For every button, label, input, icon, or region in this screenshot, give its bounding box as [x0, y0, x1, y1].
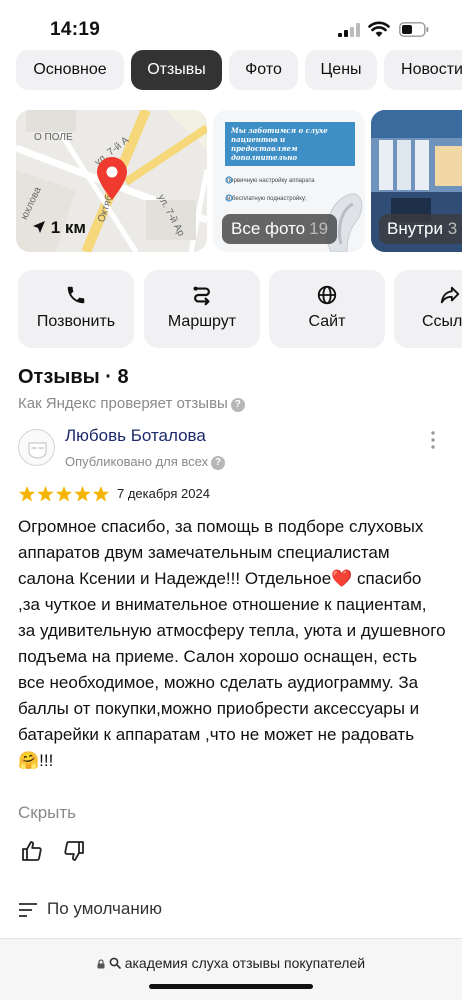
review-text: Огромное спасибо, за помощь в подборе сл… — [18, 517, 446, 770]
website-button[interactable]: Сайт — [269, 270, 385, 348]
star-icon — [55, 486, 73, 502]
map-distance: 1 км — [32, 218, 86, 238]
tab-reviews[interactable]: Отзывы — [131, 50, 222, 90]
photo-thumbnail[interactable]: Мы заботимся о слухе пациентов и предост… — [213, 110, 365, 252]
all-photos-count: 19 — [309, 219, 329, 238]
route-button[interactable]: Маршрут — [144, 270, 260, 348]
share-button-label: Ссылка — [422, 313, 462, 330]
photo-thumbnail-inside[interactable]: Внутри 3 — [371, 110, 462, 252]
avatar[interactable] — [18, 429, 55, 466]
navigation-arrow-icon — [33, 221, 45, 233]
inside-photos-badge[interactable]: Внутри 3 — [379, 214, 462, 244]
reviews-title: Отзывы · 8 — [18, 366, 129, 388]
tab-prices[interactable]: Цены — [305, 50, 377, 90]
home-indicator — [149, 984, 313, 989]
photo-gallery: О ПОЛЕ ул. 7-й А ул. 7-й Ар Октября юхло… — [0, 110, 462, 252]
more-options-icon[interactable] — [428, 430, 438, 450]
address-bar-content: академия слуха отзывы покупателей — [0, 955, 462, 971]
tab-news[interactable]: Новости — [384, 50, 462, 90]
action-buttons: Позвонить Маршрут Сайт Ссылка — [0, 270, 462, 348]
phone-icon — [67, 286, 85, 304]
review-check-label: Как Яндекс проверяет отзывы — [18, 395, 228, 412]
tab-photos[interactable]: Фото — [229, 50, 298, 90]
tab-bar: Основное Отзывы Фото Цены Новости — [0, 50, 462, 92]
help-icon[interactable]: ? — [211, 456, 226, 470]
thumbs-up-icon[interactable] — [20, 839, 44, 863]
signal-icon — [338, 23, 360, 37]
wifi-icon — [368, 21, 390, 37]
website-button-label: Сайт — [308, 313, 346, 330]
share-button[interactable]: Ссылка — [394, 270, 462, 348]
call-button-label: Позвонить — [36, 313, 116, 330]
route-icon — [193, 286, 210, 306]
inside-photos-label: Внутри — [387, 219, 443, 238]
review-check-link[interactable]: Как Яндекс проверяет отзывы? — [18, 395, 245, 412]
flyer-bullets — [225, 176, 233, 202]
share-icon — [440, 286, 460, 304]
star-icon — [18, 486, 36, 502]
map-distance-value: 1 км — [50, 218, 86, 237]
hide-review-link[interactable]: Скрыть — [18, 803, 76, 823]
map-thumbnail[interactable]: О ПОЛЕ ул. 7-й А ул. 7-й Ар Октября юхло… — [16, 110, 207, 252]
all-photos-label: Все фото — [231, 219, 306, 238]
route-button-label: Маршрут — [167, 313, 237, 330]
browser-address-bar[interactable]: академия слуха отзывы покупателей — [0, 938, 462, 1000]
search-icon — [109, 957, 121, 969]
flyer-headline: Мы заботимся о слухе пациентов и предост… — [225, 122, 355, 166]
rating-stars — [18, 486, 110, 502]
battery-icon — [399, 22, 429, 37]
all-photos-badge[interactable]: Все фото 19 — [222, 214, 338, 244]
map-pin-icon — [97, 157, 127, 200]
sort-dropdown[interactable]: По умолчанию — [47, 899, 162, 919]
address-bar-query: академия слуха отзывы покупателей — [124, 955, 366, 971]
star-icon — [74, 486, 91, 502]
flyer-line: и бесплатную поднастройку; — [227, 196, 307, 202]
inside-photos-count: 3 — [447, 219, 458, 238]
sort-icon[interactable] — [18, 898, 40, 922]
help-icon: ? — [230, 398, 245, 412]
lock-icon — [97, 959, 105, 969]
globe-icon — [317, 285, 337, 305]
star-icon — [37, 486, 54, 502]
published-status: Опубликовано для всех? — [65, 454, 226, 470]
review-author[interactable]: Любовь Боталова — [65, 426, 206, 446]
star-icon — [92, 486, 110, 502]
status-time: 14:19 — [50, 19, 101, 40]
published-label: Опубликовано для всех — [65, 454, 209, 469]
review-date: 7 декабря 2024 — [117, 486, 210, 501]
call-button[interactable]: Позвонить — [18, 270, 134, 348]
flyer-line: первичную настройку аппарата — [227, 178, 315, 184]
map-street-label: О ПОЛЕ — [34, 132, 73, 143]
thumbs-down-icon[interactable] — [62, 839, 86, 863]
anonymous-mask-icon — [28, 442, 47, 459]
tab-overview[interactable]: Основное — [16, 50, 124, 90]
